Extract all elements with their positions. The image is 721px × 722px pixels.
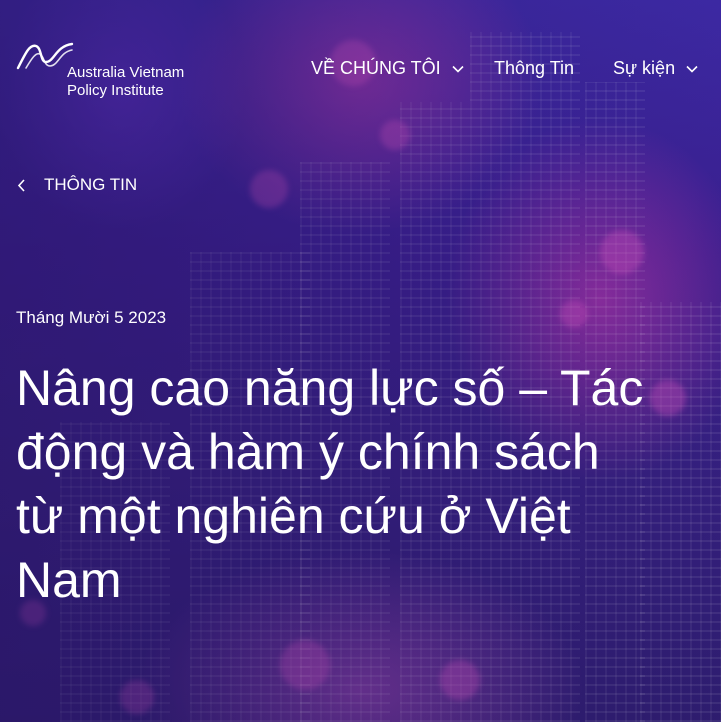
article-title: Nâng cao năng lực số – Tác động và hàm ý… [16,360,644,608]
nav-item-label: VỀ CHÚNG TÔI [311,58,441,78]
main-nav: VỀ CHÚNG TÔI Thông Tin Sự kiện [0,58,721,86]
nav-item-label: Sự kiện [613,58,676,78]
nav-item-news[interactable]: Thông Tin [494,58,574,79]
nav-item-about-us[interactable]: VỀ CHÚNG TÔI [311,58,465,79]
nav-item-events[interactable]: Sự kiện [613,58,699,79]
breadcrumb-label: THÔNG TIN [44,175,138,194]
breadcrumb-back-link[interactable]: THÔNG TIN [16,175,137,195]
chevron-down-icon [452,65,464,73]
chevron-left-icon [17,179,25,192]
hero-section: Australia Vietnam Policy Institute VỀ CH… [0,0,721,722]
chevron-down-icon [686,65,698,73]
nav-item-label: Thông Tin [494,58,575,78]
article-date: Tháng Mười 5 2023 [16,308,167,327]
